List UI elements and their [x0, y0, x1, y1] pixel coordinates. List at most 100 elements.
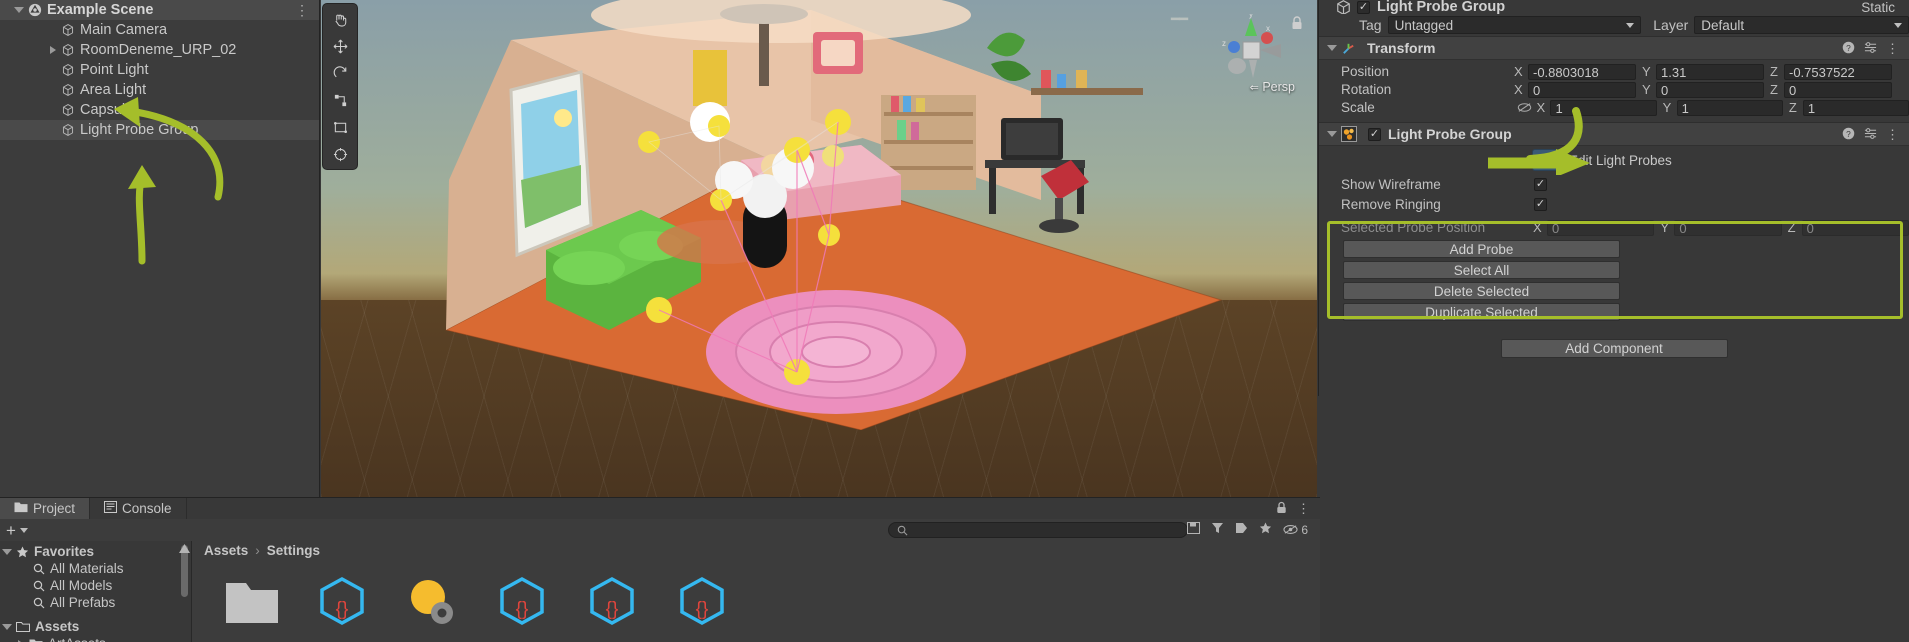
project-tree-item-all-prefabs[interactable]: All Prefabs: [0, 594, 191, 611]
transform-rotation-z-input[interactable]: 0: [1784, 81, 1892, 98]
transform-scale-x[interactable]: X1: [1536, 99, 1657, 116]
selected-probe-y-input[interactable]: 0: [1674, 219, 1782, 236]
project-search-field[interactable]: [888, 522, 1188, 538]
asset-item-script-asset-1[interactable]: {}: [308, 575, 376, 630]
transform-position-z[interactable]: Z -0.7537522: [1770, 63, 1892, 80]
lock-icon[interactable]: [1276, 501, 1287, 517]
transform-rotation-x[interactable]: X0: [1514, 81, 1636, 98]
transform-position-x[interactable]: X -0.8803018: [1514, 63, 1636, 80]
project-toolbar-right[interactable]: 6: [1187, 522, 1308, 537]
filter-type-icon[interactable]: [1211, 522, 1224, 537]
hand-tool-icon[interactable]: [325, 7, 355, 31]
transform-tool-icon[interactable]: [325, 142, 355, 166]
project-tree-item-artassets[interactable]: ArtAssets: [0, 635, 191, 642]
collapse-triangle-icon[interactable]: [1327, 45, 1337, 51]
rect-tool-icon[interactable]: [325, 115, 355, 139]
project-tree-item-favorites[interactable]: Favorites: [0, 543, 191, 560]
hierarchy-row-example-scene[interactable]: Example Scene: [0, 0, 319, 20]
breadcrumb-assets[interactable]: Assets: [204, 543, 248, 558]
probe-button-select-all[interactable]: Select All: [1343, 261, 1620, 279]
expand-triangle-icon[interactable]: [2, 548, 12, 555]
scene-orientation-gizmo[interactable]: y x z: [1209, 14, 1295, 84]
tag-dropdown[interactable]: Untagged: [1387, 16, 1642, 34]
transform-rotation-x-input[interactable]: 0: [1528, 81, 1636, 98]
scroll-up-icon[interactable]: [179, 544, 190, 553]
transform-rotation-y-input[interactable]: 0: [1656, 81, 1764, 98]
favorite-star-icon[interactable]: [1259, 522, 1272, 537]
expand-triangle-icon[interactable]: [50, 46, 56, 54]
constrain-proportions-off-icon[interactable]: [1517, 100, 1532, 116]
add-component-button[interactable]: Add Component: [1500, 339, 1728, 358]
asset-item-script-asset-4[interactable]: {}: [668, 575, 736, 630]
hierarchy-row-main-camera[interactable]: Main Camera: [0, 20, 319, 40]
help-icon[interactable]: ?: [1842, 41, 1855, 57]
visibility-badge[interactable]: 6: [1283, 523, 1308, 537]
expand-triangle-icon[interactable]: [2, 623, 12, 630]
lpg-prop-checkbox[interactable]: ✓: [1534, 177, 1547, 191]
selected-probe-x[interactable]: X 0: [1533, 219, 1655, 236]
transform-scale-z-input[interactable]: 1: [1802, 99, 1909, 116]
transform-rotation-z[interactable]: Z0: [1770, 81, 1892, 98]
asset-item-script-asset-3[interactable]: {}: [578, 575, 646, 630]
transform-position-x-input[interactable]: -0.8803018: [1528, 63, 1636, 80]
move-tool-icon[interactable]: [325, 34, 355, 58]
create-asset-button[interactable]: +: [6, 522, 16, 539]
scene-drag-handle[interactable]: ━━: [1171, 10, 1188, 28]
asset-item-settings-asset[interactable]: [398, 575, 466, 630]
transform-position-y-input[interactable]: 1.31: [1656, 63, 1764, 80]
expand-triangle-icon[interactable]: [14, 7, 24, 13]
light-probe-group-component-header[interactable]: ✓ Light Probe Group ? ⋮: [1319, 122, 1909, 146]
hierarchy-menu-icon[interactable]: ⋮: [295, 2, 309, 19]
hierarchy-row-capsule[interactable]: Capsule: [0, 100, 319, 120]
probe-button-duplicate-selected[interactable]: Duplicate Selected: [1343, 303, 1620, 321]
preset-icon[interactable]: [1864, 41, 1877, 57]
project-tree-item-all-models[interactable]: All Models: [0, 577, 191, 594]
help-icon[interactable]: ?: [1842, 127, 1855, 143]
scene-tool-palette[interactable]: [322, 3, 358, 170]
hierarchy-row-point-light[interactable]: Point Light: [0, 60, 319, 80]
transform-scale-z[interactable]: Z1: [1789, 99, 1909, 116]
collapse-triangle-icon[interactable]: [1327, 131, 1337, 137]
selected-probe-y[interactable]: Y 0: [1660, 219, 1782, 236]
gameobject-enabled-checkbox[interactable]: ✓: [1357, 0, 1370, 14]
hierarchy-row-roomdeneme-urp-02[interactable]: RoomDeneme_URP_02: [0, 40, 319, 60]
probe-button-add-probe[interactable]: Add Probe: [1343, 240, 1620, 258]
transform-position-z-input[interactable]: -0.7537522: [1784, 63, 1892, 80]
light-probe-group-enabled-checkbox[interactable]: ✓: [1368, 127, 1381, 141]
transform-position-y[interactable]: Y 1.31: [1642, 63, 1764, 80]
rotate-tool-icon[interactable]: [325, 61, 355, 85]
label-icon[interactable]: [1235, 522, 1248, 537]
breadcrumb-settings[interactable]: Settings: [267, 543, 320, 558]
asset-item-script-asset-2[interactable]: {}: [488, 575, 556, 630]
project-tab-icons[interactable]: ⋮: [1276, 501, 1310, 517]
scale-tool-icon[interactable]: [325, 88, 355, 112]
transform-scale-y-input[interactable]: 1: [1676, 99, 1783, 116]
chevron-down-icon[interactable]: [19, 527, 28, 533]
transform-header-icons[interactable]: ? ⋮: [1842, 41, 1899, 57]
selected-probe-x-input[interactable]: 0: [1546, 219, 1655, 236]
lock-icon[interactable]: [1291, 16, 1303, 33]
project-tree-item-assets[interactable]: Assets: [0, 618, 191, 635]
selected-probe-z[interactable]: Z 0: [1788, 219, 1909, 236]
transform-scale-y[interactable]: Y1: [1663, 99, 1783, 116]
tab-project[interactable]: Project: [0, 498, 91, 519]
scene-view[interactable]: ⇐ Persp ━━ y x z: [321, 0, 1317, 497]
preset-icon[interactable]: [1864, 127, 1877, 143]
edit-light-probes-button[interactable]: [1532, 149, 1559, 171]
panel-menu-icon[interactable]: ⋮: [1297, 501, 1310, 517]
tab-console[interactable]: Console: [90, 498, 187, 519]
component-menu-icon[interactable]: ⋮: [1886, 41, 1899, 57]
transform-component-header[interactable]: Transform ? ⋮: [1319, 36, 1909, 60]
transform-scale-x-input[interactable]: 1: [1550, 99, 1657, 116]
asset-item-folder-asset[interactable]: [218, 575, 286, 630]
layer-dropdown[interactable]: Default: [1694, 16, 1909, 34]
lpg-prop-checkbox[interactable]: ✓: [1534, 197, 1547, 211]
probe-button-delete-selected[interactable]: Delete Selected: [1343, 282, 1620, 300]
component-menu-icon[interactable]: ⋮: [1886, 127, 1899, 143]
hierarchy-row-light-probe-group[interactable]: Light Probe Group: [0, 120, 319, 140]
save-search-icon[interactable]: [1187, 522, 1201, 537]
transform-rotation-y[interactable]: Y0: [1642, 81, 1764, 98]
hierarchy-row-area-light[interactable]: Area Light: [0, 80, 319, 100]
project-tree-item-all-materials[interactable]: All Materials: [0, 560, 191, 577]
lpg-header-icons[interactable]: ? ⋮: [1842, 127, 1899, 143]
